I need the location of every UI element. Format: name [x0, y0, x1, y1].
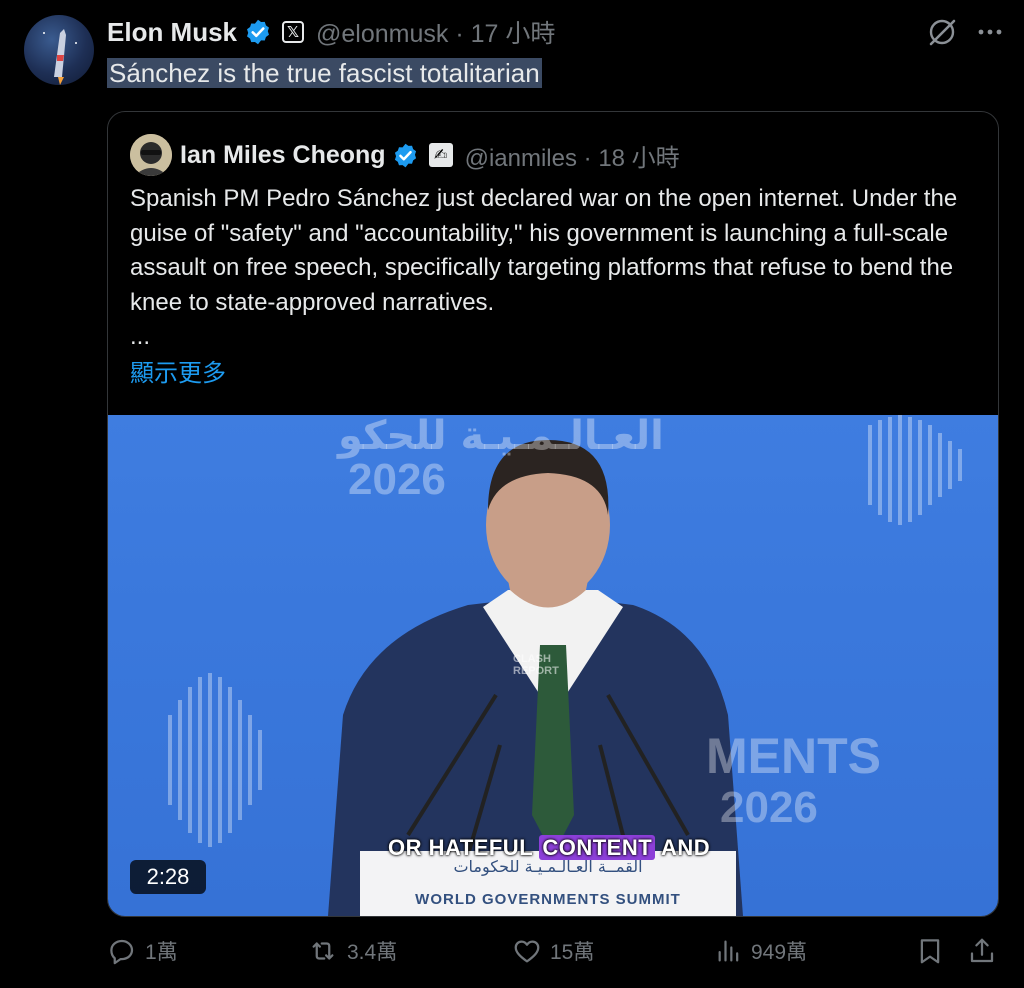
repost-button[interactable]: 3.4萬: [307, 936, 397, 966]
view-count: 949萬: [751, 941, 808, 964]
quoted-post[interactable]: Ian Miles Cheong ✍ @ianmiles · 18 小時 Spa…: [107, 111, 999, 917]
heart-icon: [514, 940, 540, 963]
author-handle-time[interactable]: @elonmusk · 17 小時: [316, 14, 555, 50]
video-duration: 2:28: [130, 860, 206, 894]
repost-icon: [312, 942, 334, 960]
caption-highlight: CONTENT: [539, 835, 656, 860]
more-options-icon[interactable]: [976, 18, 1004, 46]
quoted-author-avatar[interactable]: [130, 134, 172, 176]
podium-english-text: WORLD GOVERNMENTS SUMMIT: [415, 891, 681, 908]
quoted-author-handle-time[interactable]: @ianmiles · 18 小時: [465, 138, 680, 173]
views-icon: [718, 940, 739, 962]
post-header-actions: [926, 16, 1004, 48]
backdrop-year-right: 2026: [720, 783, 818, 832]
watermark-bottom: REPORT: [513, 665, 559, 677]
like-count: 15萬: [550, 941, 595, 964]
affiliation-badge-icon: 𝕏: [282, 21, 305, 43]
video-player[interactable]: 2026 العـالـمـيـة للحكو MENTS 2026 CLASH…: [108, 415, 998, 916]
caption-after: AND: [655, 835, 711, 860]
verified-badge-icon: [394, 143, 416, 167]
grok-icon[interactable]: [926, 16, 958, 48]
share-button[interactable]: [967, 936, 997, 966]
author-avatar[interactable]: [24, 15, 94, 85]
action-bar: 1萬 3.4萬 15萬 949萬: [107, 936, 999, 976]
post-text: Sánchez is the true fascist totalitarian: [107, 56, 542, 90]
share-icon: [970, 938, 994, 963]
bookmark-button[interactable]: [915, 936, 945, 966]
affiliation-badge-icon: ✍: [428, 143, 453, 167]
video-caption: OR HATEFUL CONTENT AND: [388, 835, 710, 861]
watermark: CLASH REPORT: [513, 653, 559, 677]
views-button[interactable]: 949萬: [715, 936, 807, 966]
watermark-top: CLASH: [513, 653, 551, 665]
post-header: Elon Musk 𝕏 @elonmusk · 17 小時: [107, 14, 555, 50]
reply-icon: [110, 939, 134, 965]
quoted-post-body: Spanish PM Pedro Sánchez just declared w…: [130, 185, 958, 316]
quoted-post-ellipsis: ...: [130, 323, 151, 350]
backdrop-year-left: 2026: [348, 455, 446, 504]
quoted-post-text: Spanish PM Pedro Sánchez just declared w…: [130, 182, 980, 355]
quoted-author-name[interactable]: Ian Miles Cheong: [180, 141, 386, 170]
backdrop-word-right: MENTS: [706, 728, 881, 784]
quoted-post-header: Ian Miles Cheong ✍ @ianmiles · 18 小時: [130, 134, 680, 176]
show-more-link[interactable]: 顯示更多: [130, 353, 226, 388]
repost-count: 3.4萬: [347, 941, 398, 964]
backdrop-arabic: العـالـمـيـة للحكو: [338, 415, 664, 459]
verified-badge-icon: [247, 19, 269, 45]
reply-button[interactable]: 1萬: [107, 936, 178, 966]
selected-post-text: Sánchez is the true fascist totalitarian: [107, 58, 542, 88]
reply-count: 1萬: [145, 941, 178, 964]
like-button[interactable]: 15萬: [512, 936, 594, 966]
bookmark-icon: [920, 939, 940, 964]
author-name[interactable]: Elon Musk: [107, 17, 237, 48]
caption-before: OR HATEFUL: [388, 835, 540, 860]
